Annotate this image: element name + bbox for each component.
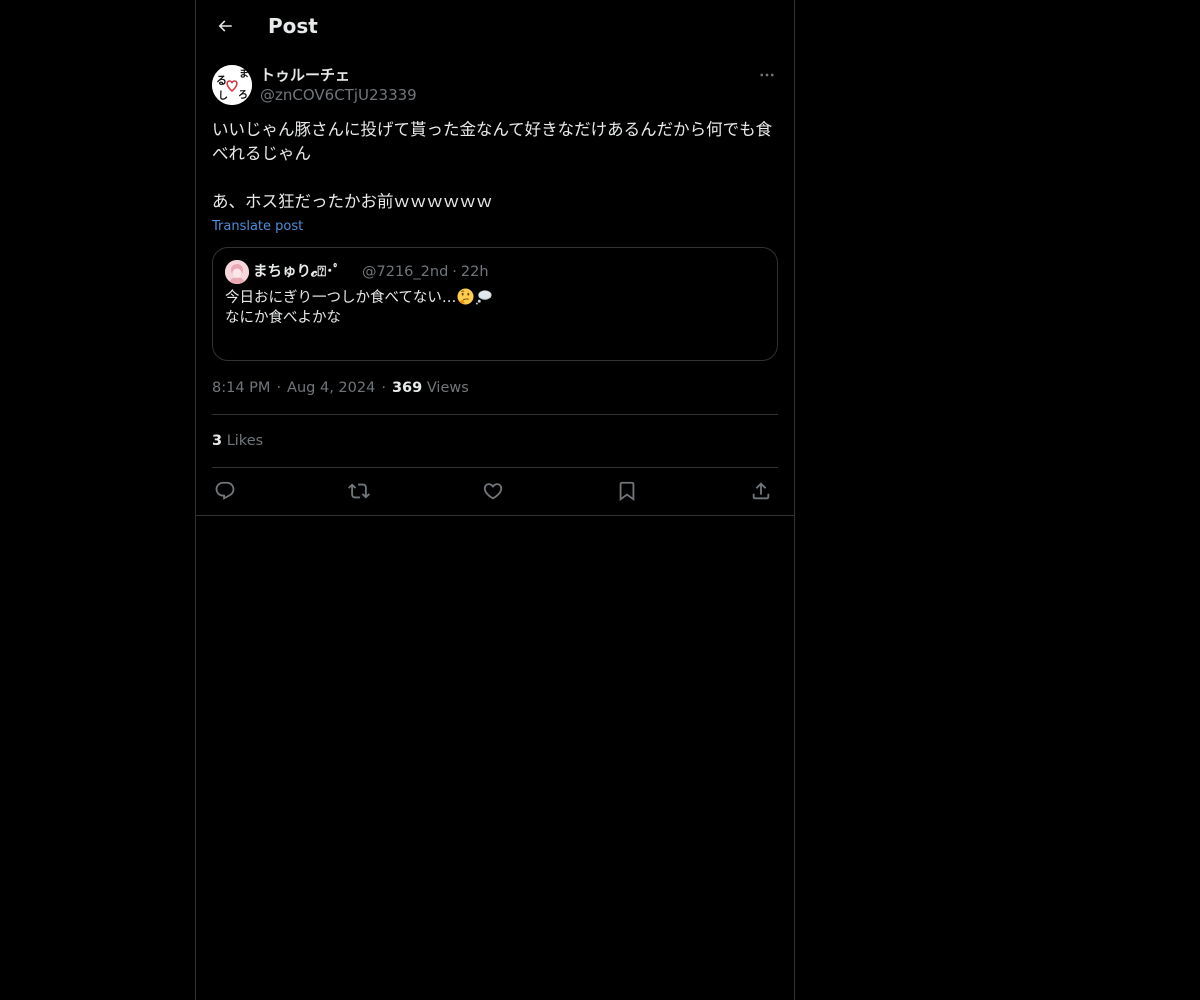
bookmark-button[interactable]	[614, 478, 640, 504]
views-count: 369	[391, 380, 423, 396]
quoted-handle: @7216_2nd	[362, 264, 449, 280]
translate-post-link[interactable]: Translate post	[212, 218, 303, 236]
svg-text:ろ: ろ	[238, 89, 248, 101]
arrow-left-icon	[218, 20, 232, 32]
share-icon	[752, 482, 770, 500]
repost-button[interactable]	[346, 478, 372, 504]
divider	[212, 414, 778, 415]
separator: ·	[452, 264, 457, 280]
quoted-display-name: まちゅり𝓬⍰･ﾟ	[253, 264, 341, 280]
thought-balloon-icon	[476, 290, 492, 305]
repost-icon	[348, 483, 370, 499]
quoted-meta: @7216_2nd · 22h	[362, 262, 489, 282]
quoted-post[interactable]: まちゅり𝓬⍰･ﾟ @7216_2nd · 22h 今日おにぎり一つしか食べてない… …	[212, 247, 778, 361]
post-time[interactable]: 8:14 PM	[212, 380, 270, 396]
reply-icon	[215, 481, 235, 500]
post-detail-column: Post る ま ろ し トゥルーチェ @znCOV6CTjU23339 いいじ…	[195, 0, 795, 1000]
author-handle[interactable]: @znCOV6CTjU23339	[260, 85, 417, 105]
avatar[interactable]: る ま ろ し	[212, 65, 252, 105]
more-button[interactable]	[756, 64, 778, 86]
post-actions	[212, 478, 778, 504]
page-title: Post	[268, 14, 318, 38]
likes-count: 3	[212, 433, 223, 449]
heart-icon	[483, 483, 503, 500]
likes-link[interactable]: 3 Likes	[212, 431, 263, 451]
post-meta: 8:14 PM · Aug 4, 2024 · 369 Views	[212, 378, 469, 398]
thinking-face-icon	[457, 288, 474, 305]
post-author: る ま ろ し トゥルーチェ @znCOV6CTjU23339	[212, 64, 778, 106]
quoted-text: 今日おにぎり一つしか食べてない… なにか食べよかな	[225, 288, 765, 328]
back-button[interactable]	[208, 9, 242, 43]
views-label: Views	[426, 380, 469, 396]
svg-text:ま: ま	[239, 68, 249, 80]
quoted-line-1: 今日おにぎり一つしか食べてない…	[225, 290, 457, 306]
divider	[212, 467, 778, 468]
separator: ·	[381, 380, 386, 396]
svg-text:る: る	[216, 74, 227, 87]
likes-label: Likes	[226, 433, 264, 449]
more-horizontal-icon	[760, 73, 774, 77]
post-text: いいじゃん豚さんに投げて貰った金なんて好きなだけあるんだから何でも食べれるじゃん…	[212, 120, 773, 211]
quoted-line-2: なにか食べよかな	[225, 310, 341, 326]
separator: ·	[276, 380, 282, 396]
quoted-avatar	[225, 260, 249, 284]
share-button[interactable]	[748, 478, 774, 504]
author-display-name[interactable]: トゥルーチェ	[260, 65, 350, 85]
svg-text:し: し	[218, 90, 228, 102]
quoted-time: 22h	[460, 264, 489, 280]
post-date[interactable]: Aug 4, 2024	[287, 380, 375, 396]
bookmark-icon	[619, 481, 635, 502]
page-header: Post	[196, 0, 794, 53]
divider	[196, 515, 794, 516]
reply-button[interactable]	[212, 478, 238, 504]
like-button[interactable]	[480, 478, 506, 504]
avatar-image: る ま ろ し	[212, 65, 252, 105]
